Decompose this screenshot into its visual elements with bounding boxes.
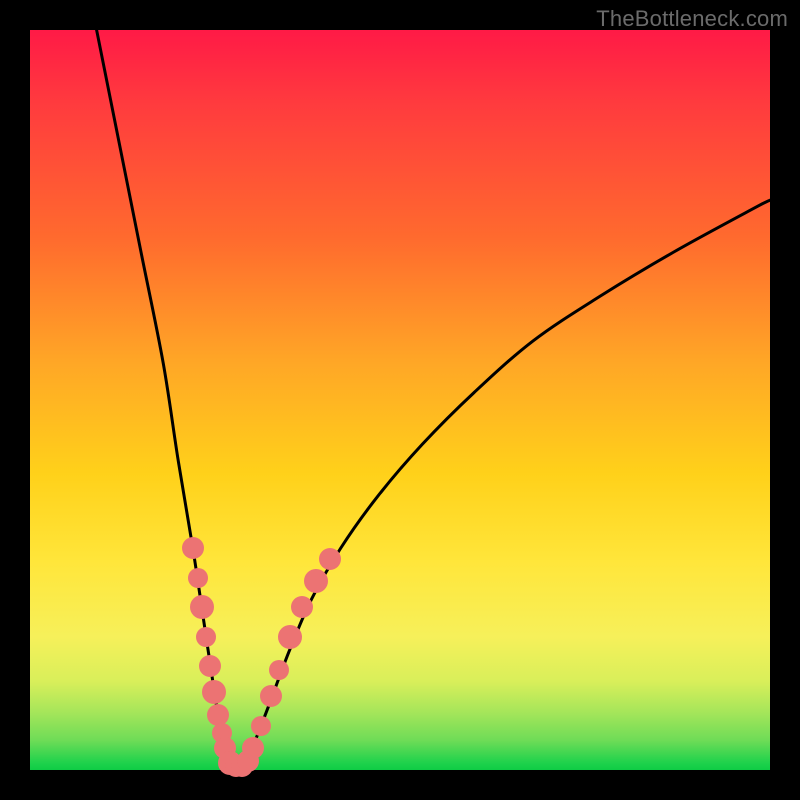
data-marker: [182, 537, 204, 559]
watermark-text: TheBottleneck.com: [596, 6, 788, 32]
data-marker: [251, 716, 271, 736]
bottleneck-curve: [30, 30, 770, 770]
data-marker: [304, 569, 328, 593]
data-marker: [207, 704, 229, 726]
data-marker: [190, 595, 214, 619]
data-marker: [188, 568, 208, 588]
data-marker: [319, 548, 341, 570]
curve-path: [97, 30, 770, 770]
chart-frame: TheBottleneck.com: [0, 0, 800, 800]
data-marker: [260, 685, 282, 707]
data-marker: [196, 627, 216, 647]
plot-area: [30, 30, 770, 770]
data-marker: [269, 660, 289, 680]
